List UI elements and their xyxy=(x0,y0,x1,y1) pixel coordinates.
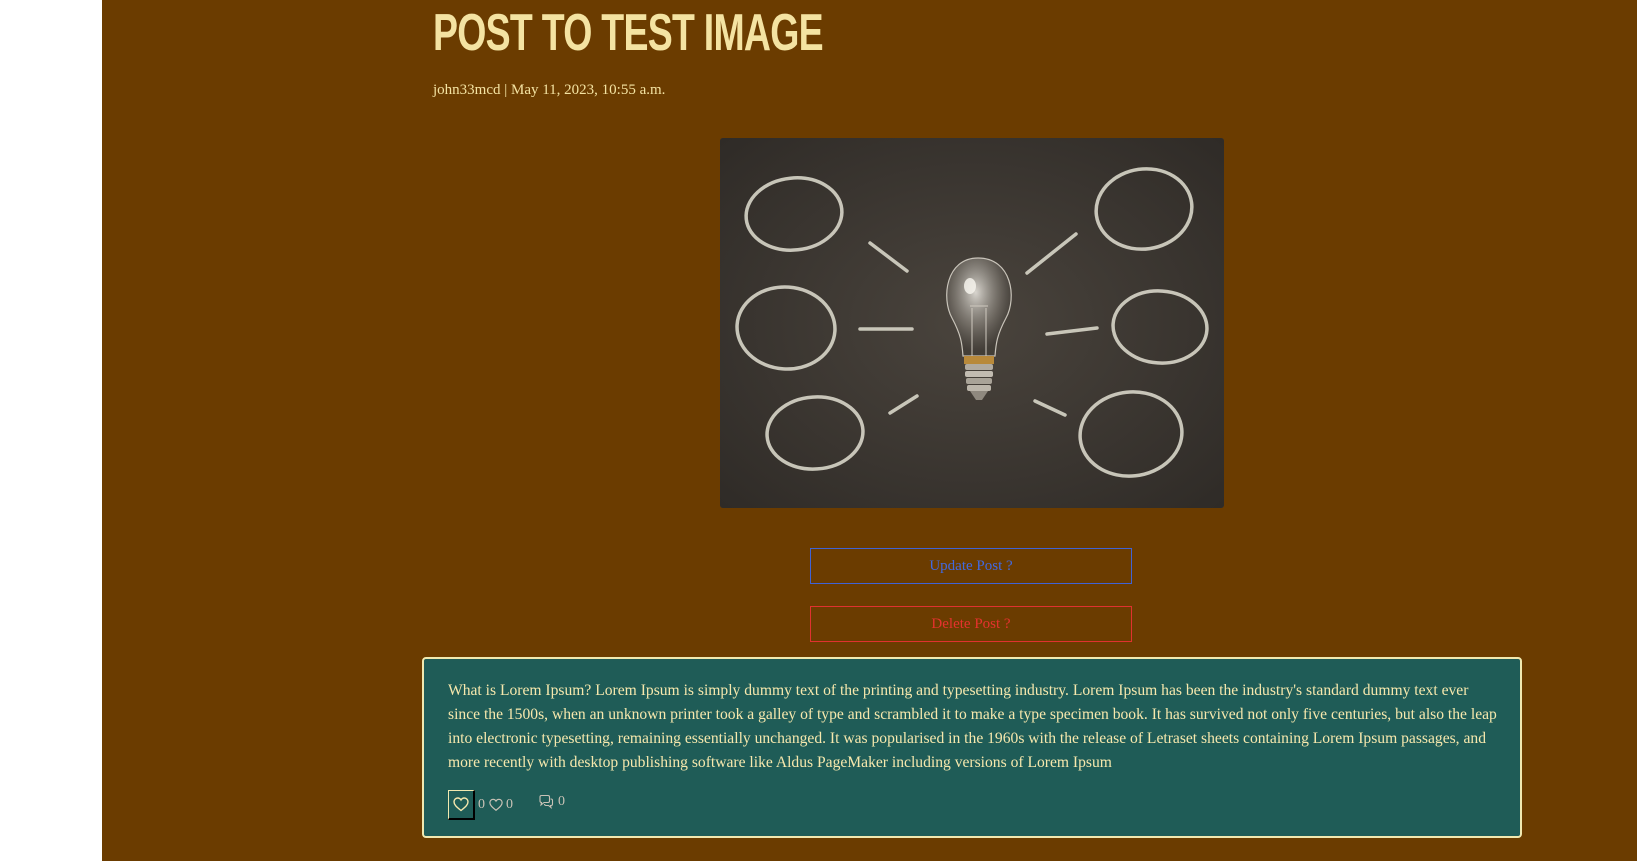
lightbulb-chalkboard-image xyxy=(720,138,1224,508)
post-actions: 0 0 0 xyxy=(448,790,748,822)
post-meta: john33mcd | May 11, 2023, 10:55 a.m. xyxy=(433,82,666,98)
delete-post-button[interactable]: Delete Post ? xyxy=(810,606,1132,642)
comment-count: 0 xyxy=(558,794,565,809)
like-button[interactable] xyxy=(448,790,475,820)
main-content: POST TO TEST IMAGE john33mcd | May 11, 2… xyxy=(102,0,1637,861)
heart-count: 0 xyxy=(506,797,513,812)
heart-outline-icon xyxy=(489,798,503,812)
heart-icon xyxy=(453,797,469,812)
post-title: POST TO TEST IMAGE xyxy=(433,4,824,62)
update-post-button[interactable]: Update Post ? xyxy=(810,548,1132,584)
comment-icon[interactable] xyxy=(538,794,554,809)
post-image xyxy=(720,138,1224,508)
like-count: 0 xyxy=(478,797,485,812)
post-body-card: What is Lorem Ipsum? Lorem Ipsum is simp… xyxy=(422,657,1522,838)
post-body-text: What is Lorem Ipsum? Lorem Ipsum is simp… xyxy=(448,682,1497,771)
